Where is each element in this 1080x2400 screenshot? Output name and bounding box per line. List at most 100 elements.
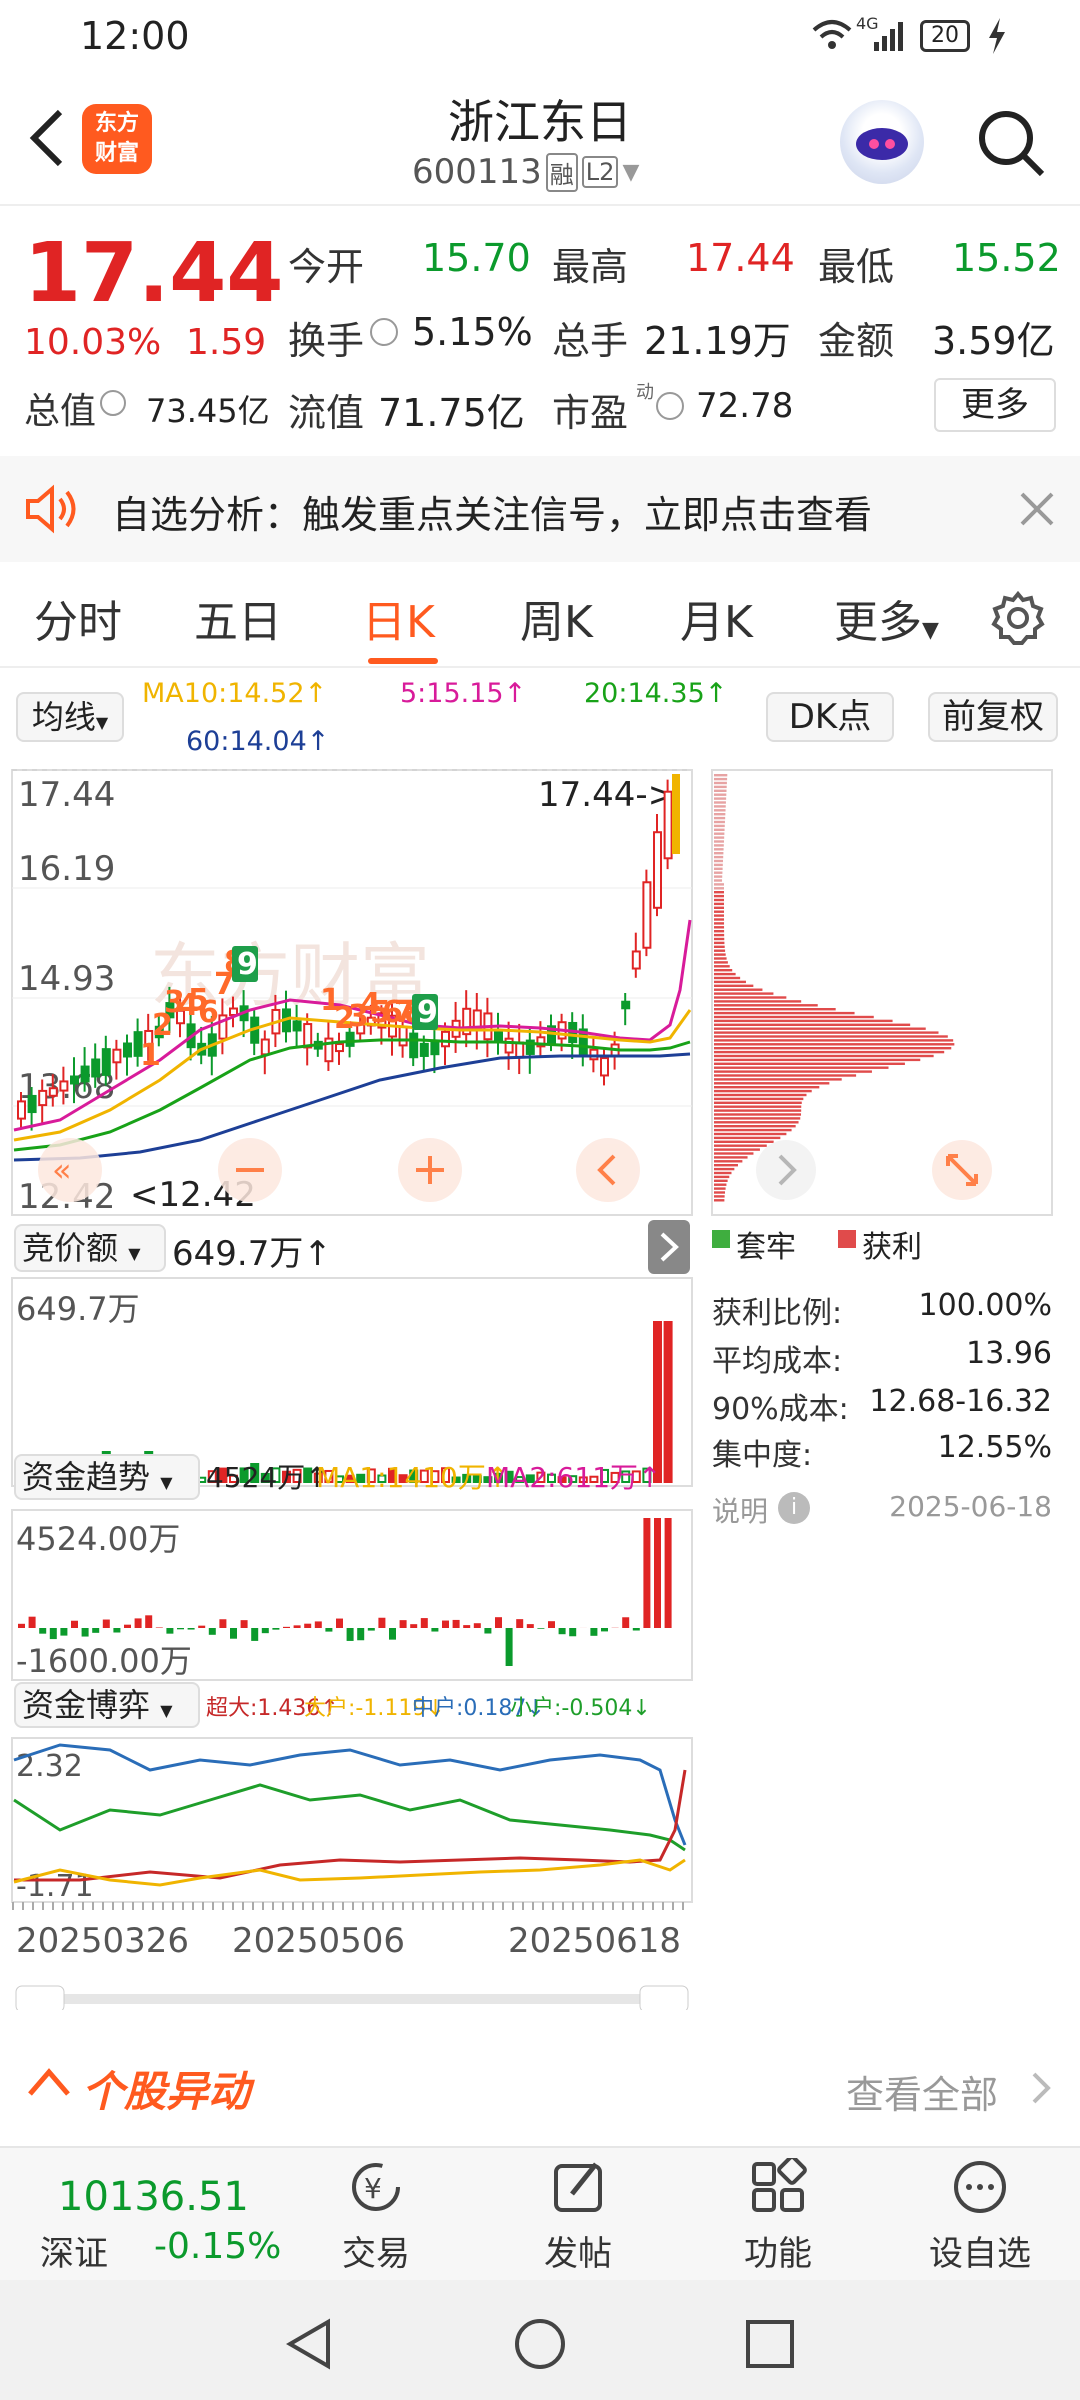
stock-code-row[interactable]: 600113 融 L2 ▼ <box>412 152 639 192</box>
candle-body <box>27 1094 37 1114</box>
charging-icon <box>986 16 1008 56</box>
chip-next-icon[interactable] <box>756 1140 816 1200</box>
flow-bar <box>230 1628 237 1639</box>
candle-body <box>59 1080 69 1092</box>
chip-stat-label: 获利比例: <box>712 1296 843 1331</box>
flow-bar <box>473 1623 481 1628</box>
chip-bar <box>714 1179 728 1182</box>
adjust-button[interactable]: 前复权 <box>928 692 1058 742</box>
info-icon[interactable] <box>370 318 398 346</box>
flow-bar <box>71 1620 78 1628</box>
flow-bar <box>452 1619 460 1628</box>
back-nav-icon[interactable] <box>282 2316 338 2372</box>
search-icon[interactable] <box>976 108 1046 178</box>
flow-bar <box>102 1619 110 1628</box>
volume-selector[interactable]: 竞价额 ▼ <box>14 1224 166 1272</box>
home-icon[interactable] <box>512 2316 568 2372</box>
candle-body <box>430 1039 440 1056</box>
flow-bar <box>304 1623 312 1628</box>
chip-bar <box>714 1113 802 1116</box>
flow-ymax: 4524.00万 <box>16 1520 180 1558</box>
nav-watchlist[interactable]: 设自选 <box>910 2158 1050 2275</box>
dk-point-button[interactable]: DK点 <box>766 692 894 742</box>
signal-icon <box>872 20 906 52</box>
candle-body <box>335 1043 344 1053</box>
chip-bar <box>714 793 727 796</box>
flow-selector[interactable]: 资金趋势 ▼ <box>14 1454 200 1500</box>
indicator-selector[interactable]: 均线▼ <box>16 692 124 742</box>
active-tab-indicator <box>368 658 438 664</box>
tab-five-day[interactable]: 五日 <box>194 586 282 650</box>
nav-function[interactable]: 功能 <box>708 2155 848 2275</box>
chip-bar <box>714 984 754 987</box>
nav-trade[interactable]: ¥ 交易 <box>306 2158 446 2275</box>
chip-bar <box>714 879 723 882</box>
chip-bar <box>714 1078 842 1081</box>
dropdown-icon: ▼ <box>128 1244 141 1263</box>
tab-monthly-k[interactable]: 月K <box>680 586 753 650</box>
gear-icon[interactable] <box>990 590 1046 646</box>
price-tick: 16.19 <box>18 849 115 889</box>
price-tick: 14.93 <box>18 959 115 999</box>
info-icon[interactable] <box>100 390 126 416</box>
legend-swatch-profit <box>838 1230 856 1248</box>
flow-bar <box>378 1617 386 1628</box>
recents-icon[interactable] <box>744 2318 796 2370</box>
collapse-panel-icon[interactable] <box>648 1220 690 1274</box>
robot-assistant-icon[interactable] <box>840 100 924 184</box>
candle-body <box>80 1065 90 1083</box>
chip-bar <box>714 1101 802 1104</box>
candle-body <box>672 774 680 854</box>
step-left-icon[interactable] <box>576 1138 640 1202</box>
tab-weekly-k[interactable]: 周K <box>520 586 593 650</box>
chip-bar <box>714 1019 893 1023</box>
candle-body <box>91 1058 101 1078</box>
flow-bar <box>81 1628 89 1637</box>
system-nav <box>0 2280 1080 2400</box>
candle-body <box>123 1042 132 1058</box>
chevron-right-icon[interactable] <box>1026 2068 1056 2108</box>
flow-bar <box>410 1624 418 1628</box>
status-bar: 12:00 4G 20 <box>0 0 1080 74</box>
range-handle-right[interactable] <box>639 1985 689 2010</box>
dropdown-icon: ▼ <box>622 159 640 185</box>
chip-bar <box>714 918 725 921</box>
flow-bar <box>484 1628 492 1634</box>
range-track[interactable] <box>16 1994 688 2004</box>
index-value[interactable]: 10136.51 <box>58 2174 249 2220</box>
chip-bar <box>714 1152 754 1155</box>
chip-note[interactable]: 说明 <box>712 1490 768 1530</box>
game-selector[interactable]: 资金博弈 ▼ <box>14 1682 200 1728</box>
info-icon[interactable]: i <box>778 1492 810 1524</box>
flow-bar <box>558 1628 566 1635</box>
tab-daily-k[interactable]: 日K <box>362 586 435 650</box>
candle-body <box>292 1020 302 1032</box>
chip-bar <box>714 926 725 929</box>
flow-selector-label: 资金趋势 <box>22 1458 151 1496</box>
chip-bar <box>714 953 726 956</box>
view-all-link[interactable]: 查看全部 <box>846 2064 998 2119</box>
chip-bar <box>714 1128 792 1132</box>
index-change[interactable]: -0.15% <box>154 2226 281 2267</box>
index-name[interactable]: 深证 <box>40 2226 108 2275</box>
info-icon[interactable] <box>656 392 684 420</box>
chip-bar <box>714 805 726 808</box>
nav-trade-label: 交易 <box>342 2234 410 2274</box>
chip-stat-value: 100.00% <box>918 1288 1052 1323</box>
chip-bar <box>714 789 727 792</box>
tab-more[interactable]: 更多▼ <box>834 586 939 650</box>
nav-post[interactable]: 发帖 <box>508 2158 648 2275</box>
close-icon[interactable] <box>1018 490 1056 528</box>
more-button[interactable]: 更多 <box>934 378 1056 432</box>
chip-bar <box>714 891 725 894</box>
chip-bar <box>714 852 724 855</box>
flow-bar <box>92 1628 100 1633</box>
notice-bar[interactable]: 自选分析：触发重点关注信号，立即点击查看 <box>0 456 1080 562</box>
chip-bar <box>714 1117 801 1120</box>
tab-minute[interactable]: 分时 <box>34 586 122 650</box>
chip-bar <box>714 965 730 968</box>
chip-bar <box>714 1023 911 1026</box>
chip-bar <box>714 1171 732 1175</box>
range-handle-left[interactable] <box>15 1985 65 2010</box>
chevron-up-icon[interactable] <box>24 2062 74 2102</box>
